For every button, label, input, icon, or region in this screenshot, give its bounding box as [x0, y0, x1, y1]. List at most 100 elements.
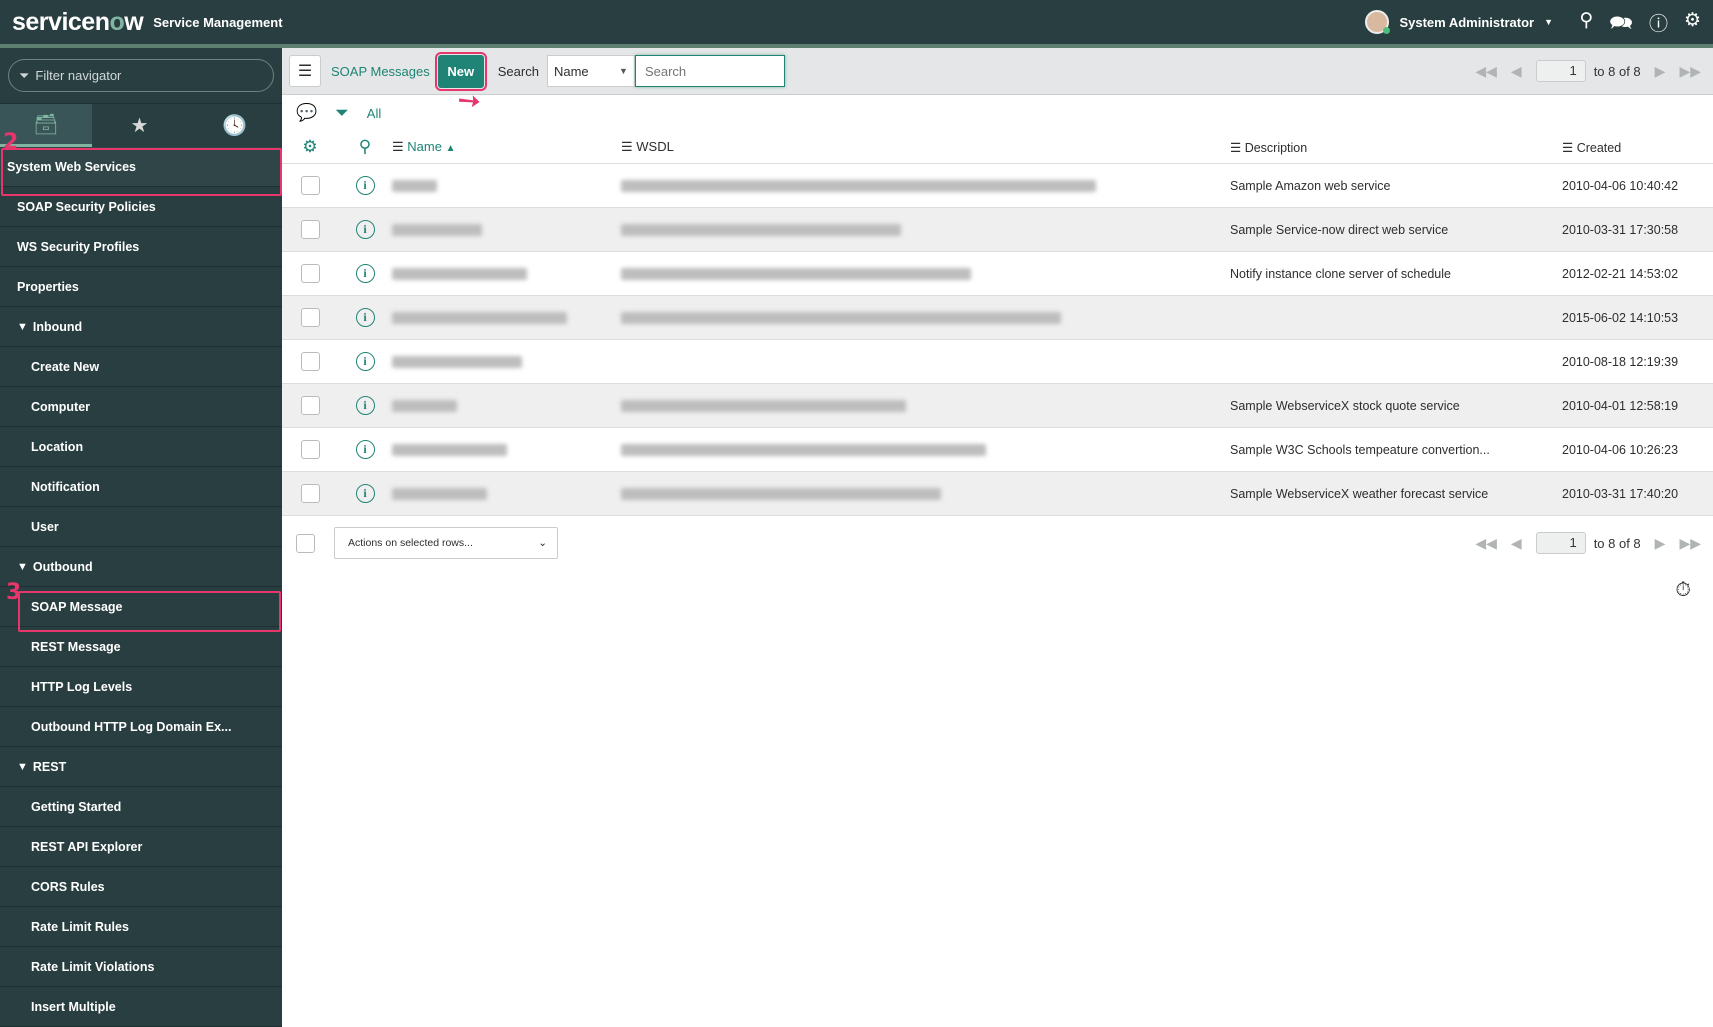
top-pager: ◀◀ ◀ 1 to 8 of 8 ▶ ▶▶	[1475, 60, 1701, 82]
search-field-select[interactable]: Name ▼	[546, 55, 635, 87]
sidebar-item-create-new[interactable]: Create New	[0, 347, 282, 387]
table-row[interactable]: i Sample Service-now direct web service 20…	[282, 208, 1713, 252]
sidebar-item-soap-message[interactable]: SOAP Message	[0, 587, 282, 627]
new-button[interactable]: New	[434, 51, 487, 91]
info-icon[interactable]: i	[355, 352, 375, 371]
row-checkbox[interactable]	[300, 352, 320, 371]
sidebar-item-outbound[interactable]: ▼ Outbound	[0, 547, 282, 587]
actions-select[interactable]: Actions on selected rows... ⌄	[334, 527, 558, 559]
list-title[interactable]: SOAP Messages	[331, 64, 430, 79]
help-icon[interactable]: ⓘ	[1649, 9, 1668, 41]
tab-favorites[interactable]: ★	[92, 104, 187, 147]
last-page-icon[interactable]: ▶▶	[1679, 535, 1701, 552]
sidebar-item-system-web-services[interactable]: System Web Services	[0, 147, 282, 187]
info-icon[interactable]: i	[355, 440, 375, 459]
caret-down-icon: ▼	[1544, 17, 1553, 27]
table-row[interactable]: i Notify instance clone server of schedul…	[282, 252, 1713, 296]
row-checkbox[interactable]	[300, 396, 320, 415]
page-input[interactable]: 1	[1535, 60, 1586, 82]
sidebar-item-computer[interactable]: Computer	[0, 387, 282, 427]
table-row[interactable]: i Sample WebserviceX stock quote service 2…	[282, 384, 1713, 428]
info-icon[interactable]: i	[355, 308, 375, 327]
column-header-created[interactable]: ☰ Created	[1562, 140, 1621, 155]
list-menu-button[interactable]: ☰	[289, 55, 321, 87]
response-time-stopwatch-icon[interactable]: ⏱	[1675, 579, 1691, 602]
column-name-label: Name	[407, 139, 442, 154]
sidebar-item-user[interactable]: User	[0, 507, 282, 547]
user-menu[interactable]: System Administrator ▼	[1365, 10, 1553, 34]
list-settings-gear-icon[interactable]: ⚙	[282, 137, 338, 157]
sidebar-item-rest-api-explorer[interactable]: REST API Explorer	[0, 827, 282, 867]
sidebar-item-ws-security-profiles[interactable]: WS Security Profiles	[0, 227, 282, 267]
chat-icon[interactable]: 🗪	[1609, 9, 1633, 41]
row-description: Sample W3C Schools tempeature convertion…	[1230, 442, 1490, 457]
search-input[interactable]	[634, 55, 785, 87]
dropdown-icon: ▼	[619, 66, 628, 76]
sidebar-item-rate-limit-rules[interactable]: Rate Limit Rules	[0, 907, 282, 947]
row-checkbox[interactable]	[300, 176, 320, 195]
redacted-name[interactable]	[392, 267, 527, 280]
next-page-icon[interactable]: ▶	[1655, 535, 1666, 552]
redacted-name[interactable]	[392, 399, 457, 412]
column-header-name[interactable]: ☰ Name ▲	[392, 139, 621, 155]
sidebar-item-location[interactable]: Location	[0, 427, 282, 467]
sidebar-item-properties[interactable]: Properties	[0, 267, 282, 307]
tab-history[interactable]: 🕓	[187, 104, 282, 147]
search-icon[interactable]: ⚲	[1579, 9, 1593, 41]
filter-all-breadcrumb[interactable]: All	[367, 106, 381, 121]
redacted-name[interactable]	[392, 223, 482, 236]
sidebar-item-cors-rules[interactable]: CORS Rules	[0, 867, 282, 907]
row-checkbox[interactable]	[300, 440, 320, 459]
info-icon[interactable]: i	[355, 220, 375, 239]
table-row[interactable]: i Sample Amazon web service 2010-04-06 10:…	[282, 164, 1713, 208]
sidebar-item-outbound-http-log-domain-ex[interactable]: Outbound HTTP Log Domain Ex...	[0, 707, 282, 747]
sidebar-item-inbound[interactable]: ▼ Inbound	[0, 307, 282, 347]
column-search-icon[interactable]: ⚲	[338, 137, 392, 157]
sidebar-item-rest[interactable]: ▼ REST	[0, 747, 282, 787]
prev-page-icon[interactable]: ◀	[1511, 63, 1522, 80]
row-description: Sample WebserviceX weather forecast serv…	[1230, 486, 1489, 501]
sidebar-item-http-log-levels[interactable]: HTTP Log Levels	[0, 667, 282, 707]
first-page-icon[interactable]: ◀◀	[1475, 63, 1497, 80]
table-row[interactable]: i 2010-08-18 12:19:39	[282, 340, 1713, 384]
info-icon[interactable]: i	[355, 484, 375, 503]
hamburger-icon: ☰	[297, 63, 313, 80]
info-icon[interactable]: i	[355, 396, 375, 415]
page-input[interactable]: 1	[1535, 532, 1586, 554]
row-checkbox[interactable]	[300, 220, 320, 239]
sidebar-item-soap-security-policies[interactable]: SOAP Security Policies	[0, 187, 282, 227]
column-header-description[interactable]: ☰ Description	[1230, 140, 1562, 155]
sidebar-item-label: Insert Multiple	[31, 999, 116, 1014]
sidebar-item-rest-message[interactable]: REST Message	[0, 627, 282, 667]
info-icon[interactable]: i	[355, 264, 375, 283]
row-checkbox[interactable]	[300, 308, 320, 327]
filter-icon[interactable]: ⏷	[335, 103, 349, 123]
table-row[interactable]: i 2015-06-02 14:10:53	[282, 296, 1713, 340]
select-all-checkbox[interactable]	[296, 533, 315, 553]
filter-navigator-input[interactable]: ⏷ Filter navigator	[8, 59, 274, 92]
gear-icon[interactable]: ⚙	[1684, 9, 1701, 41]
column-header-wsdl[interactable]: ☰ WSDL	[621, 139, 1230, 155]
redacted-name[interactable]	[392, 443, 507, 456]
servicenow-logo[interactable]: servicenow	[12, 8, 144, 37]
row-checkbox[interactable]	[300, 484, 320, 503]
sidebar-item-label: Computer	[31, 399, 91, 414]
redacted-name[interactable]	[392, 311, 567, 324]
next-page-icon[interactable]: ▶	[1655, 63, 1666, 80]
activity-stream-icon[interactable]: 💬	[296, 103, 317, 123]
row-checkbox[interactable]	[300, 264, 320, 283]
table-row[interactable]: i Sample W3C Schools tempeature convertio…	[282, 428, 1713, 472]
last-page-icon[interactable]: ▶▶	[1679, 63, 1701, 80]
redacted-name[interactable]	[392, 179, 437, 192]
sidebar-item-notification[interactable]: Notification	[0, 467, 282, 507]
redacted-name[interactable]	[392, 487, 487, 500]
caret-down-icon: ▼	[17, 760, 28, 773]
prev-page-icon[interactable]: ◀	[1511, 535, 1522, 552]
sidebar-item-rate-limit-violations[interactable]: Rate Limit Violations	[0, 947, 282, 987]
info-icon[interactable]: i	[355, 176, 375, 195]
redacted-name[interactable]	[392, 355, 522, 368]
table-row[interactable]: i Sample WebserviceX weather forecast ser…	[282, 472, 1713, 516]
sidebar-item-insert-multiple[interactable]: Insert Multiple	[0, 987, 282, 1027]
first-page-icon[interactable]: ◀◀	[1475, 535, 1497, 552]
sidebar-item-getting-started[interactable]: Getting Started	[0, 787, 282, 827]
